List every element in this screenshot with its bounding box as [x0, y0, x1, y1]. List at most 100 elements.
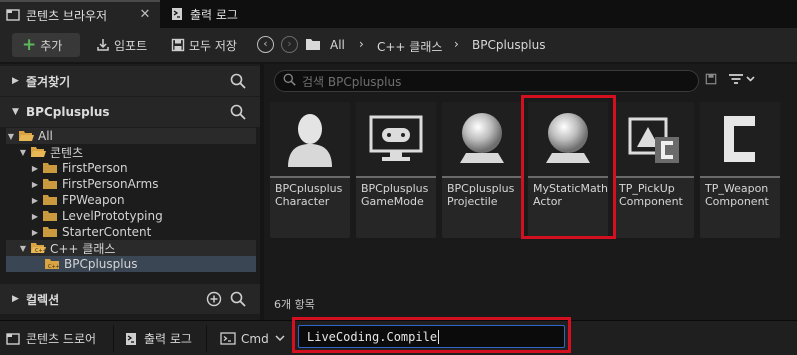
- chevron-down-icon: [275, 335, 285, 342]
- import-button[interactable]: 임포트: [96, 33, 147, 57]
- close-icon[interactable]: ✕: [138, 8, 152, 22]
- chevron-right-icon: ▶: [12, 76, 19, 86]
- asset-tile-gamemode[interactable]: BPCplusplus GameMode: [356, 102, 436, 238]
- chevron-down-icon: ▼: [12, 107, 19, 117]
- chevron-down-icon: ▼: [19, 147, 27, 157]
- output-log-label: 출력 로그: [144, 332, 192, 346]
- breadcrumb-cpp-classes[interactable]: C++ 클래스: [377, 38, 442, 55]
- scene-component-icon: [614, 102, 694, 176]
- back-icon[interactable]: ‹: [257, 36, 274, 53]
- tree-item-levelprototyping[interactable]: ▶ LevelPrototyping: [6, 208, 256, 224]
- folder-open-icon: [30, 146, 46, 158]
- collections-title: 컬렉션: [26, 292, 60, 307]
- chevron-right-icon: ▶: [31, 195, 39, 205]
- tree-item-cpp-classes[interactable]: ▼ C++ C++ 클래스: [6, 240, 256, 256]
- asset-name: BPCplusplus GameMode: [361, 182, 429, 208]
- tree-label: LevelPrototyping: [62, 209, 163, 223]
- asset-name: BPCplusplus Projectile: [447, 182, 515, 208]
- tree-item-startercontent[interactable]: ▶ StarterContent: [6, 224, 256, 240]
- highlight-box: [521, 95, 616, 239]
- tree-item-bpcplusplus[interactable]: C++ BPCplusplus: [6, 256, 256, 272]
- cpp-folder-icon: C++: [30, 242, 46, 254]
- tree-item-content[interactable]: ▼ 콘텐츠: [6, 144, 256, 160]
- tab-content-browser[interactable]: 콘텐츠 브라우저 ✕: [0, 0, 160, 28]
- save-icon: [171, 38, 185, 52]
- add-label: 추가: [40, 38, 63, 53]
- tree-label: All: [38, 129, 53, 143]
- breadcrumb-separator: ›: [359, 37, 364, 51]
- chevron-right-icon: ▶: [31, 163, 39, 173]
- tab-label: 출력 로그: [190, 7, 238, 22]
- asset-name: TP_PickUp Component: [619, 182, 683, 208]
- tree-item-all[interactable]: ▼ All: [6, 128, 256, 144]
- highlight-box: [292, 317, 571, 353]
- tree-label: BPCplusplus: [64, 257, 138, 271]
- tab-label: 콘텐츠 브라우저: [26, 8, 108, 23]
- content-drawer-button[interactable]: 콘텐츠 드로어: [6, 321, 96, 355]
- cmd-label: Cmd: [241, 331, 269, 346]
- chevron-right-icon: ▶: [31, 227, 39, 237]
- search-icon[interactable]: [230, 73, 246, 92]
- item-count: 6개 항목: [274, 298, 315, 311]
- asset-search-input[interactable]: 검색 BPCplusplus: [274, 70, 699, 92]
- tab-output-log[interactable]: 출력 로그: [164, 0, 274, 28]
- favorites-header[interactable]: ▶ 즐겨찾기: [0, 66, 260, 96]
- tree-item-firstperson[interactable]: ▶ FirstPerson: [6, 160, 256, 176]
- asset-tile-character[interactable]: BPCplusplus Character: [270, 102, 350, 238]
- folder-icon: [42, 178, 58, 190]
- import-label: 임포트: [114, 38, 148, 53]
- save-all-button[interactable]: 모두 저장: [171, 33, 237, 57]
- cpp-folder-icon: C++: [44, 258, 60, 270]
- folder-tree: ▼ All ▼ 콘텐츠 ▶ FirstPerson ▶ FirstPersonA…: [6, 126, 256, 282]
- breadcrumb-project[interactable]: BPCplusplus: [472, 38, 545, 52]
- tree-label: FPWeapon: [62, 193, 125, 207]
- chevron-right-icon: ▶: [31, 179, 39, 189]
- chevron-down-icon: ▼: [19, 243, 27, 253]
- actor-sphere-icon: [442, 102, 522, 176]
- asset-tile-tp-weapon-component[interactable]: TP_Weapon Component: [700, 102, 780, 238]
- add-button[interactable]: + 추가: [12, 33, 80, 57]
- tree-label: StarterContent: [62, 225, 152, 239]
- actor-component-icon: [700, 102, 780, 176]
- breadcrumb-separator: ›: [454, 37, 459, 51]
- content-browser-icon: [6, 332, 20, 346]
- output-log-button[interactable]: 출력 로그: [124, 321, 192, 355]
- project-title: BPCplusplus: [26, 105, 110, 119]
- folder-icon: [305, 37, 321, 54]
- forward-icon[interactable]: ›: [281, 36, 298, 53]
- folder-icon: [42, 194, 58, 206]
- tab-bar: 콘텐츠 브라우저 ✕ 출력 로그: [0, 0, 797, 28]
- folder-icon: [42, 226, 58, 238]
- add-collection-icon[interactable]: [206, 291, 222, 310]
- chevron-right-icon: ▶: [31, 211, 39, 221]
- sources-panel: ▶ 즐겨찾기 ▼ BPCplusplus ▼ All ▼ 콘텐츠 ▶ First…: [0, 64, 260, 320]
- search-icon: [283, 73, 296, 89]
- search-icon[interactable]: [230, 291, 246, 310]
- project-header[interactable]: ▼ BPCplusplus: [0, 97, 260, 127]
- search-icon[interactable]: [230, 104, 246, 123]
- filter-icon[interactable]: [728, 72, 756, 89]
- collections-header[interactable]: ▶ 컬렉션: [0, 284, 260, 314]
- terminal-icon: [220, 332, 236, 345]
- chevron-right-icon: ▶: [12, 294, 19, 304]
- folder-icon: [42, 210, 58, 222]
- tree-label: 콘텐츠: [50, 145, 84, 160]
- tree-item-fpweapon[interactable]: ▶ FPWeapon: [6, 192, 256, 208]
- import-icon: [96, 38, 110, 52]
- asset-name: BPCplusplus Character: [275, 182, 343, 208]
- output-log-icon: [170, 7, 184, 21]
- asset-tile-tp-pickup-component[interactable]: TP_PickUp Component: [614, 102, 694, 238]
- asset-tile-projectile[interactable]: BPCplusplus Projectile: [442, 102, 522, 238]
- character-icon: [270, 102, 350, 176]
- tree-item-firstpersonarms[interactable]: ▶ FirstPersonArms: [6, 176, 256, 192]
- content-browser-icon: [6, 8, 20, 22]
- cmd-dropdown[interactable]: Cmd: [220, 321, 285, 355]
- svg-text:C++: C++: [35, 248, 46, 254]
- folder-icon: [42, 162, 58, 174]
- save-search-icon[interactable]: [705, 73, 717, 88]
- asset-name: TP_Weapon Component: [705, 182, 769, 208]
- save-all-label: 모두 저장: [189, 38, 237, 53]
- breadcrumb-all[interactable]: All: [330, 38, 345, 52]
- svg-text:C++: C++: [48, 264, 60, 270]
- chevron-down-icon: ▼: [7, 131, 15, 141]
